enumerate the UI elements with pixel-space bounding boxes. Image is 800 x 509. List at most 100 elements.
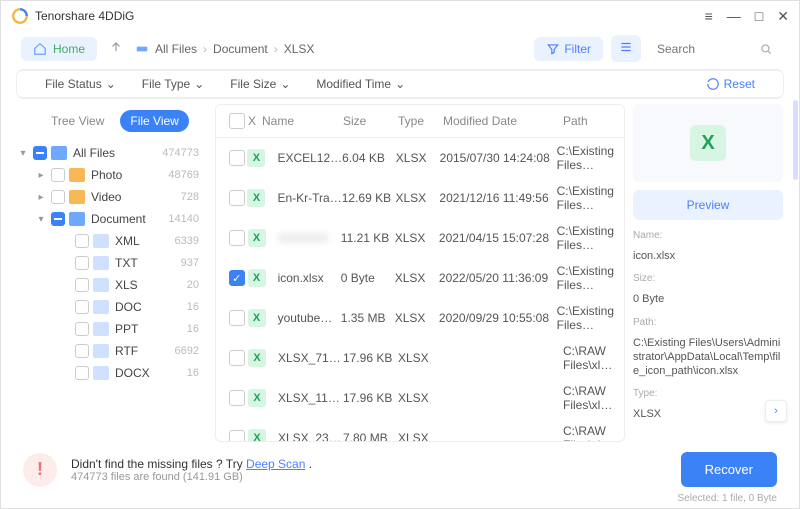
row-checkbox[interactable]: [229, 150, 245, 166]
table-row[interactable]: XEn-Kr-Tra…12.69 KBXLSX2021/12/16 11:49:…: [216, 178, 624, 218]
chevron-down-icon: ⌄: [106, 77, 116, 91]
refresh-icon: [706, 77, 720, 91]
file-type-filter[interactable]: File Type⌄: [142, 77, 205, 91]
titlebar: Tenorshare 4DDiG ≡ — □ ✕: [1, 1, 799, 31]
tree-document[interactable]: ▾ Document 14140: [17, 208, 207, 230]
checkbox[interactable]: [51, 190, 65, 204]
tab-tree-view[interactable]: Tree View: [41, 110, 114, 132]
table-row[interactable]: XEXCEL12…6.04 KBXLSX2015/07/30 14:24:08C…: [216, 138, 624, 178]
file-type-icon: [93, 256, 109, 270]
tree-child-docx[interactable]: DOCX16: [17, 362, 207, 384]
document-folder-icon: [69, 212, 85, 226]
breadcrumb-item[interactable]: XLSX: [284, 42, 315, 56]
filter-button[interactable]: Filter: [534, 37, 603, 61]
checkbox[interactable]: [75, 344, 89, 358]
close-icon[interactable]: ✕: [777, 8, 789, 25]
breadcrumb-item[interactable]: Document: [213, 42, 268, 56]
row-checkbox[interactable]: [229, 310, 245, 326]
col-date[interactable]: Modified Date: [443, 114, 563, 128]
tree-video[interactable]: ▸ Video 728: [17, 186, 207, 208]
file-type-icon: [93, 344, 109, 358]
next-button[interactable]: ›: [765, 400, 787, 422]
minimize-icon[interactable]: —: [727, 8, 741, 24]
checkbox[interactable]: [75, 322, 89, 336]
file-size-filter[interactable]: File Size⌄: [230, 77, 290, 91]
xlsx-icon: X: [690, 125, 726, 161]
table-row[interactable]: Xicon.xlsx0 ByteXLSX2022/05/20 11:36:09C…: [216, 258, 624, 298]
home-button[interactable]: Home: [21, 37, 97, 61]
table-row[interactable]: XXLSX_712…17.96 KBXLSXC:\RAW Files\xl…: [216, 338, 624, 378]
row-checkbox[interactable]: [229, 430, 245, 441]
tree-child-txt[interactable]: TXT937: [17, 252, 207, 274]
tree-child-doc[interactable]: DOC16: [17, 296, 207, 318]
row-checkbox[interactable]: [229, 270, 245, 286]
row-checkbox[interactable]: [229, 230, 245, 246]
checkbox[interactable]: [75, 234, 89, 248]
col-size[interactable]: Size: [343, 114, 398, 128]
meta-size-value: 0 Byte: [633, 292, 783, 306]
folder-icon: [51, 146, 67, 160]
col-type[interactable]: Type: [398, 114, 443, 128]
checkbox[interactable]: [75, 256, 89, 270]
table-row[interactable]: XXLSX_233…7.80 MBXLSXC:\RAW Files\xl…: [216, 418, 624, 441]
checkbox[interactable]: [51, 212, 65, 226]
deep-scan-link[interactable]: Deep Scan: [246, 457, 305, 471]
tree: ▾ All Files 474773 ▸ Photo 48769 ▸: [17, 142, 207, 442]
maximize-icon[interactable]: □: [755, 8, 763, 24]
warning-icon: !: [23, 453, 57, 487]
preview-panel: X Preview Name: icon.xlsx Size: 0 Byte P…: [633, 104, 783, 442]
photo-folder-icon: [69, 168, 85, 182]
meta-path-value: C:\Existing Files\Users\Administrator\Ap…: [633, 336, 783, 379]
select-all-checkbox[interactable]: [229, 113, 245, 129]
col-path[interactable]: Path: [563, 114, 614, 128]
recover-button[interactable]: Recover: [681, 452, 777, 487]
list-icon: [619, 40, 633, 54]
meta-type-label: Type:: [633, 388, 783, 399]
meta-type-value: XLSX: [633, 407, 783, 421]
checkbox[interactable]: [75, 300, 89, 314]
menu-icon[interactable]: ≡: [705, 8, 713, 24]
reset-button[interactable]: Reset: [706, 77, 755, 91]
file-status-filter[interactable]: File Status⌄: [45, 77, 116, 91]
col-name[interactable]: Name: [262, 114, 294, 128]
checkbox[interactable]: [51, 168, 65, 182]
xlsx-icon: X: [248, 349, 266, 367]
row-checkbox[interactable]: [229, 350, 245, 366]
view-tabs: Tree View File View: [17, 104, 207, 142]
checkbox[interactable]: [75, 366, 89, 380]
file-type-icon: [93, 278, 109, 292]
xlsx-icon: X: [248, 429, 266, 441]
tree-child-xml[interactable]: XML6339: [17, 230, 207, 252]
table-row[interactable]: X11.21 KBXLSX2021/04/15 15:07:28C:\Exist…: [216, 218, 624, 258]
up-button[interactable]: [105, 36, 127, 61]
app-title: Tenorshare 4DDiG: [35, 9, 705, 23]
tree-child-rtf[interactable]: RTF6692: [17, 340, 207, 362]
tree-photo[interactable]: ▸ Photo 48769: [17, 164, 207, 186]
file-type-icon: [93, 366, 109, 380]
preview-button[interactable]: Preview: [633, 190, 783, 220]
caret-down-icon: ▾: [17, 148, 29, 159]
file-type-icon: [93, 234, 109, 248]
tree-child-xls[interactable]: XLS20: [17, 274, 207, 296]
tree-child-ppt[interactable]: PPT16: [17, 318, 207, 340]
video-folder-icon: [69, 190, 85, 204]
chevron-right-icon: ›: [274, 42, 278, 56]
tab-file-view[interactable]: File View: [120, 110, 188, 132]
footer: ! Didn't find the missing files ? Try De…: [1, 442, 799, 493]
scrollbar[interactable]: [793, 104, 798, 180]
checkbox[interactable]: [33, 146, 47, 160]
list-view-toggle[interactable]: [611, 35, 641, 62]
tree-all-files[interactable]: ▾ All Files 474773: [17, 142, 207, 164]
xlsx-icon: X: [248, 389, 266, 407]
row-checkbox[interactable]: [229, 190, 245, 206]
row-checkbox[interactable]: [229, 390, 245, 406]
breadcrumb-item[interactable]: All Files: [155, 42, 197, 56]
sidebar: Tree View File View ▾ All Files 474773 ▸…: [17, 104, 207, 442]
filter-label: Filter: [564, 42, 591, 56]
home-icon: [33, 42, 47, 56]
modified-time-filter[interactable]: Modified Time⌄: [316, 77, 405, 91]
chevron-down-icon: ⌄: [395, 77, 405, 91]
checkbox[interactable]: [75, 278, 89, 292]
table-row[interactable]: Xyoutube…1.35 MBXLSX2020/09/29 10:55:08C…: [216, 298, 624, 338]
table-row[interactable]: XXLSX_113…17.96 KBXLSXC:\RAW Files\xl…: [216, 378, 624, 418]
